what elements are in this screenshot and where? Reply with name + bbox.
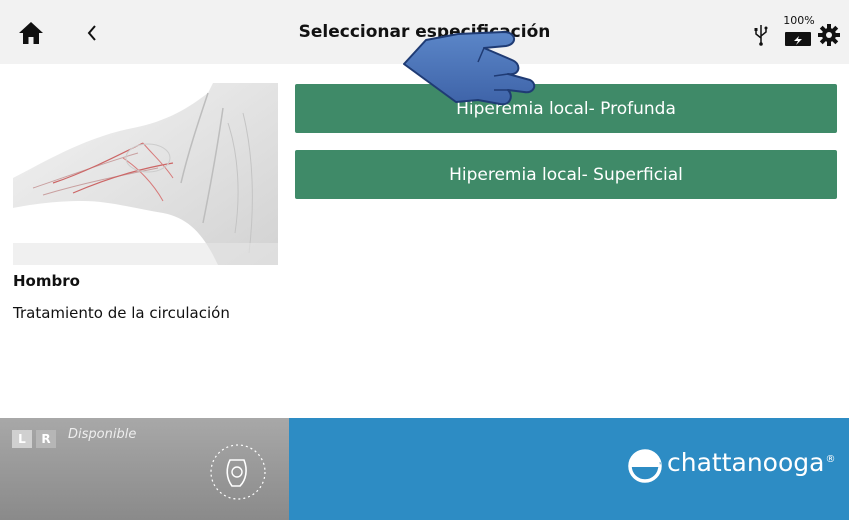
applicator-status-panel: L R Disponible [0, 418, 289, 520]
battery-percent: 100% [783, 14, 815, 27]
applicator-icon[interactable] [208, 442, 268, 502]
shoulder-anatomy-image [13, 83, 278, 265]
left-channel-badge[interactable]: L [12, 430, 32, 448]
brand-name: chattanooga® [667, 448, 835, 477]
settings-button[interactable] [818, 24, 840, 46]
spec-button-superficial[interactable]: Hiperemia local- Superficial [295, 150, 837, 199]
usb-icon [754, 24, 768, 46]
brand-text: chattanooga [667, 448, 825, 477]
brand-panel: chattanooga® [289, 418, 849, 520]
battery-charging-icon [785, 32, 811, 46]
right-channel-badge[interactable]: R [36, 430, 56, 448]
battery-indicator: 100% [782, 14, 816, 50]
top-bar: Seleccionar especificación 100% [0, 0, 849, 64]
page-title: Seleccionar especificación [298, 22, 551, 42]
gear-icon [818, 24, 840, 46]
availability-status: Disponible [68, 427, 137, 442]
treatment-description: Tratamiento de la circulación [13, 304, 230, 322]
spec-button-deep[interactable]: Hiperemia local- Profunda [295, 84, 837, 133]
registered-mark: ® [825, 453, 836, 465]
chattanooga-logo [627, 448, 663, 484]
body-region-label: Hombro [13, 272, 80, 290]
